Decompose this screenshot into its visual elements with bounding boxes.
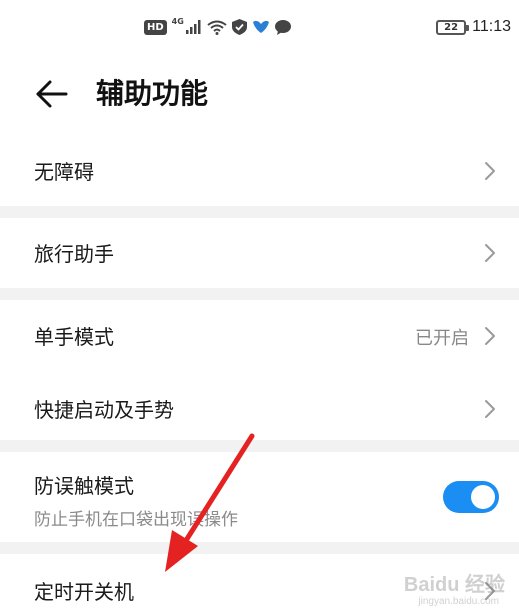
row-accessibility[interactable]: 无障碍 xyxy=(0,136,519,206)
settings-group-3: 单手模式 已开启 快捷启动及手势 xyxy=(0,300,519,440)
toggle-knob xyxy=(471,485,495,509)
hd-badge: HD xyxy=(144,19,167,35)
group-divider xyxy=(0,288,519,300)
arrow-left-icon[interactable] xyxy=(32,76,72,112)
row-one-hand-mode[interactable]: 单手模式 已开启 xyxy=(0,300,519,372)
battery-level: 22 xyxy=(444,21,459,33)
signal-icon xyxy=(185,20,201,34)
network-type: 4G xyxy=(171,16,184,26)
chat-icon xyxy=(274,19,291,35)
chevron-right-icon xyxy=(485,162,495,180)
chevron-right-icon xyxy=(485,327,495,345)
shield-icon xyxy=(231,19,247,35)
row-subtitle: 防止手机在口袋出现误操作 xyxy=(34,510,238,530)
row-label: 防误触模式 xyxy=(34,474,134,498)
row-label: 单手模式 xyxy=(34,325,114,349)
settings-group-4: 防误触模式 防止手机在口袋出现误操作 xyxy=(0,452,519,542)
row-label: 旅行助手 xyxy=(34,242,114,266)
pocket-mode-toggle[interactable] xyxy=(443,481,499,513)
header: 辅助功能 xyxy=(0,56,519,136)
battery-icon: 22 xyxy=(436,19,470,35)
page-title: 辅助功能 xyxy=(96,77,209,110)
row-travel-assistant[interactable]: 旅行助手 xyxy=(0,218,519,288)
row-quick-start[interactable]: 快捷启动及手势 xyxy=(0,372,519,440)
group-divider xyxy=(0,542,519,554)
settings-group-1: 无障碍 xyxy=(0,136,519,206)
row-label: 定时开关机 xyxy=(34,580,134,604)
watermark-brand: Baidu 经验 xyxy=(403,574,505,596)
clock: 11:13 xyxy=(472,18,511,35)
wifi-icon xyxy=(207,20,227,35)
bird-icon xyxy=(252,20,269,33)
row-value: 已开启 xyxy=(415,328,469,349)
watermark-url: jingyan.baidu.com xyxy=(418,596,499,607)
group-divider xyxy=(0,440,519,452)
chevron-right-icon xyxy=(485,400,495,418)
status-right: 22 11:13 xyxy=(436,16,511,38)
group-divider xyxy=(0,206,519,218)
status-bar: HD 4G 22 11:13 xyxy=(0,0,519,56)
chevron-right-icon xyxy=(485,244,495,262)
row-label: 无障碍 xyxy=(34,160,94,184)
row-label: 快捷启动及手势 xyxy=(34,398,174,422)
status-icons: HD 4G xyxy=(144,16,291,38)
settings-group-2: 旅行助手 xyxy=(0,218,519,288)
row-pocket-mode[interactable]: 防误触模式 防止手机在口袋出现误操作 xyxy=(0,452,519,542)
